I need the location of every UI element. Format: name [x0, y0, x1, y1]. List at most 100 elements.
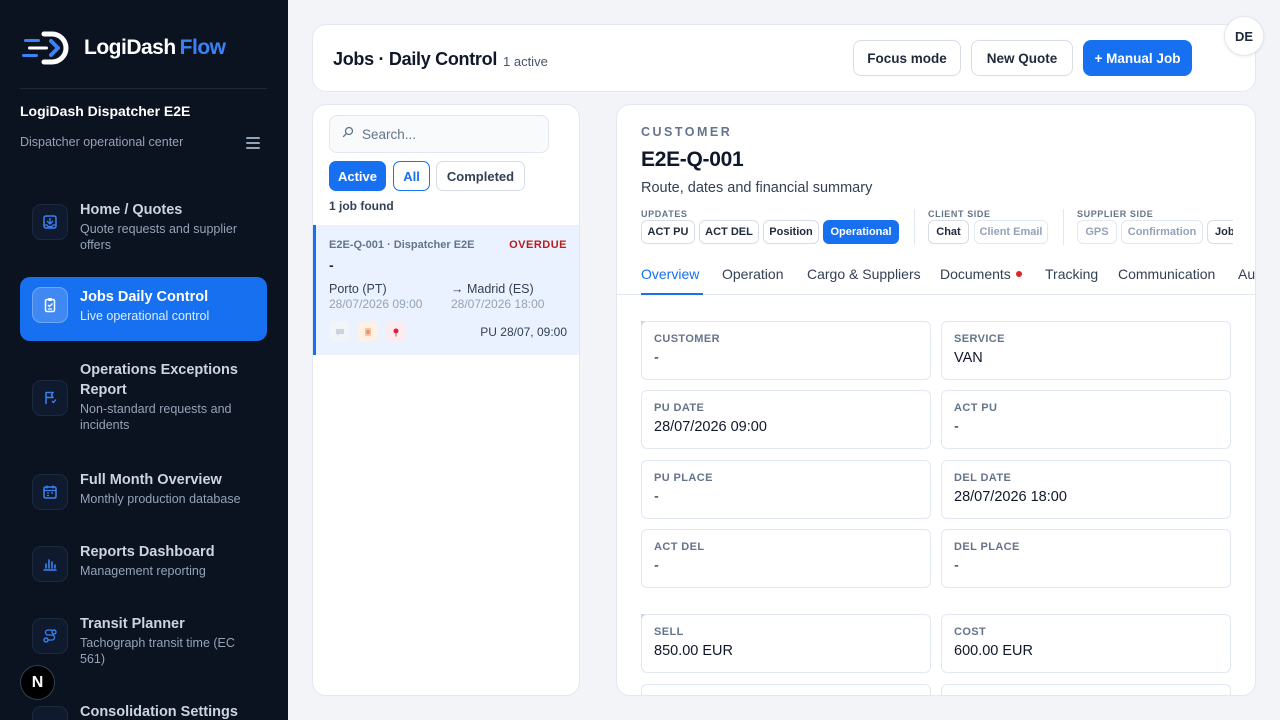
nav-title: Transit Planner	[80, 616, 185, 632]
nav-desc: Management reporting	[80, 564, 206, 578]
tab-cargo-suppliers[interactable]: Cargo & Suppliers	[807, 266, 921, 282]
manual-job-button[interactable]: + Manual Job	[1083, 40, 1192, 76]
tab-operation[interactable]: Operation	[722, 266, 783, 282]
org-subtitle: Dispatcher operational center	[20, 135, 184, 149]
nav-desc: Monthly production database	[80, 492, 241, 506]
confirmation-chip[interactable]: Confirmation	[1121, 220, 1203, 244]
job-customer: -	[329, 257, 334, 273]
field-label: PU PLACE	[654, 472, 713, 484]
job-pickup-time: PU 28/07, 09:00	[480, 325, 567, 339]
act-del-chip[interactable]: ACT DEL	[699, 220, 759, 244]
settings-icon	[32, 706, 68, 720]
filter-active-button[interactable]: Active	[329, 161, 386, 191]
updates-group-label: UPDATES	[641, 209, 688, 219]
logidash-logo-icon	[22, 30, 72, 66]
job-detail-panel: CUSTOMER E2E-Q-001 Route, dates and fina…	[616, 104, 1256, 696]
nav-item-reports-dashboard[interactable]: Reports Dashboard Management reporting	[20, 542, 267, 586]
tab-label: Documents	[940, 266, 1011, 282]
sidebar-divider	[20, 88, 267, 89]
client-email-chip[interactable]: Client Email	[974, 220, 1048, 244]
job-id: E2E-Q-001 · Dispatcher E2E	[329, 239, 475, 251]
tab-tracking[interactable]: Tracking	[1045, 266, 1098, 282]
detail-title: E2E-Q-001	[641, 148, 744, 171]
act-del-field: ACT DEL -	[641, 529, 931, 588]
job-chip[interactable]: Job	[1207, 220, 1233, 244]
del-date-field: DEL DATE 28/07/2026 18:00	[941, 460, 1231, 519]
page-header: Jobs · Daily Control 1 active Focus mode…	[312, 24, 1256, 92]
map-pin-icon	[385, 321, 406, 342]
field-value: -	[654, 558, 659, 574]
nav-desc: Non-standard requests and incidents	[80, 402, 232, 432]
chip-separator	[914, 209, 915, 245]
job-card[interactable]: E2E-Q-001 · Dispatcher E2E OVERDUE - Por…	[313, 225, 579, 355]
nav-title: Home / Quotes	[80, 202, 183, 218]
menu-icon[interactable]	[246, 137, 260, 149]
act-pu-field: ACT PU -	[941, 390, 1231, 449]
search-icon	[342, 125, 354, 143]
nav-item-home-quotes[interactable]: Home / Quotes Quote requests and supplier…	[20, 200, 267, 264]
operational-chip[interactable]: Operational	[823, 220, 899, 244]
pu-date-field: PU DATE 28/07/2026 09:00	[641, 390, 931, 449]
detail-eyebrow: CUSTOMER	[641, 125, 733, 139]
job-destination: → Madrid (ES)	[451, 282, 534, 296]
nav-title: Reports Dashboard	[80, 544, 215, 560]
route-icon	[32, 618, 68, 654]
field-label: COST	[954, 626, 987, 638]
position-chip[interactable]: Position	[763, 220, 819, 244]
active-count: 1 active	[503, 54, 548, 69]
new-quote-button[interactable]: New Quote	[971, 40, 1073, 76]
brand[interactable]: LogiDash Flow	[22, 30, 226, 66]
nav-item-full-month-overview[interactable]: Full Month Overview Monthly production da…	[20, 470, 267, 514]
nav-item-transit-planner[interactable]: Transit Planner Tachograph transit time (…	[20, 614, 267, 666]
nav-desc: Tachograph transit time (EC 561)	[80, 636, 235, 666]
nav-desc: Live operational control	[80, 309, 210, 323]
customer-field: CUSTOMER -	[641, 321, 931, 380]
tab-overview[interactable]: Overview	[641, 266, 699, 282]
pu-place-field: PU PLACE -	[641, 460, 931, 519]
bar-chart-icon	[32, 546, 68, 582]
tab-communication[interactable]: Communication	[1118, 266, 1215, 282]
nav-title: Consolidation Settings	[80, 704, 238, 720]
field-label: ACT PU	[954, 402, 998, 414]
nav-title: Operations Exceptions Report	[80, 362, 238, 398]
field-label: ACT DEL	[654, 541, 705, 553]
job-origin: Porto (PT)	[329, 282, 387, 296]
field-label: DEL DATE	[954, 472, 1012, 484]
chat-chip[interactable]: Chat	[928, 220, 969, 244]
nav-title: Full Month Overview	[80, 472, 222, 488]
nav-item-consolidation-settings[interactable]: Consolidation Settings	[20, 702, 267, 720]
job-list-panel: Active All Completed 1 job found E2E-Q-0…	[312, 104, 580, 696]
search-box	[329, 115, 549, 153]
tab-au[interactable]: Au	[1238, 266, 1255, 282]
filter-all-button[interactable]: All	[393, 161, 430, 191]
service-field: SERVICE VAN	[941, 321, 1231, 380]
active-tab-indicator	[641, 293, 703, 295]
search-input[interactable]	[362, 126, 532, 142]
filter-completed-button[interactable]: Completed	[436, 161, 525, 191]
field-label: DEL PLACE	[954, 541, 1020, 553]
nav-item-jobs-daily-control[interactable]: Jobs Daily Control Live operational contr…	[20, 277, 267, 341]
gps-chip[interactable]: GPS	[1077, 220, 1117, 244]
field-value: 600.00 EUR	[954, 643, 1033, 659]
act-pu-chip[interactable]: ACT PU	[641, 220, 695, 244]
flag-icon	[32, 380, 68, 416]
focus-mode-button[interactable]: Focus mode	[853, 40, 961, 76]
client-side-group-label: CLIENT SIDE	[928, 209, 991, 219]
clipboard-icon	[32, 287, 68, 323]
inbox-icon	[32, 204, 68, 240]
field-value: 850.00 EUR	[654, 643, 733, 659]
field-label: SERVICE	[954, 333, 1005, 345]
field-value: -	[654, 489, 659, 505]
detail-tabs: Overview Operation Cargo & Suppliers Doc…	[617, 255, 1255, 295]
nav-item-operations-exceptions[interactable]: Operations Exceptions Report Non-standard…	[20, 360, 267, 444]
chat-bubble-icon	[329, 321, 350, 342]
field-value: 28/07/2026 09:00	[654, 419, 767, 435]
job-destination-date: 28/07/2026 18:00	[451, 297, 545, 311]
n-badge[interactable]: N	[20, 665, 55, 700]
field-label: CUSTOMER	[654, 333, 720, 345]
detail-subtitle: Route, dates and financial summary	[641, 180, 873, 196]
tab-documents[interactable]: Documents	[940, 266, 1022, 282]
user-avatar[interactable]: DE	[1224, 16, 1264, 56]
chip-separator	[1063, 209, 1064, 245]
nav-desc: Quote requests and supplier offers	[80, 222, 238, 252]
